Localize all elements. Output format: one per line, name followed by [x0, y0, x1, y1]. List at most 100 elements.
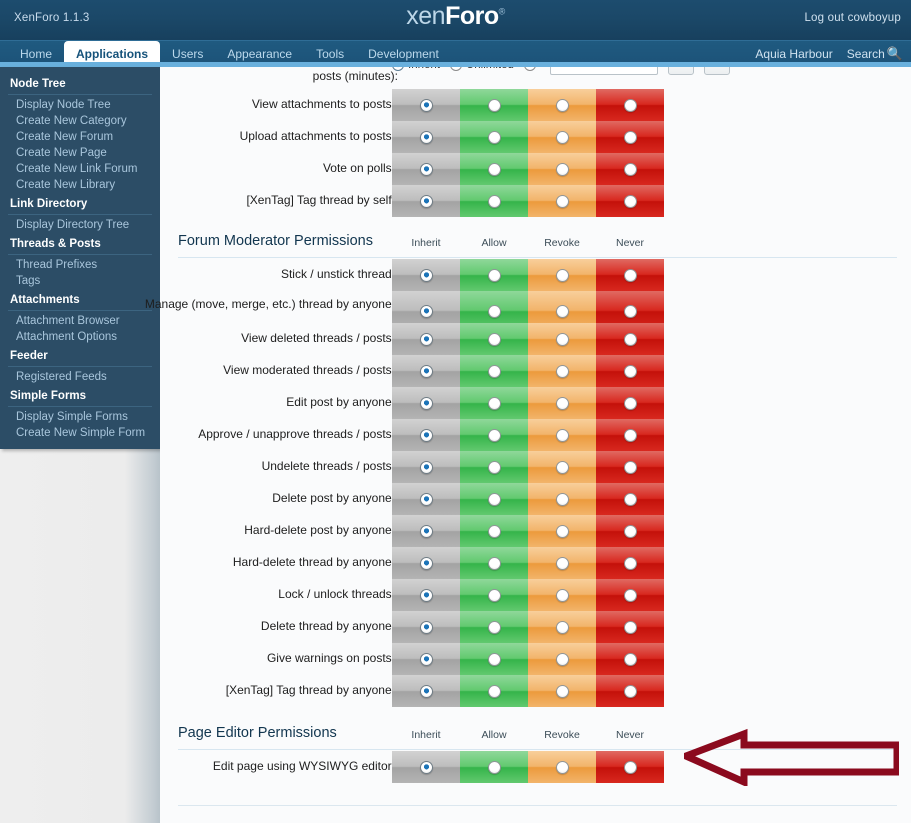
permission-radio-revoke[interactable] — [555, 684, 569, 698]
permission-radio-allow[interactable] — [487, 194, 501, 208]
permission-cell-inherit[interactable] — [392, 579, 460, 611]
cut-off-inherit-radio[interactable] — [392, 67, 404, 71]
permission-cell-never[interactable] — [596, 751, 664, 783]
permission-radio-revoke[interactable] — [555, 194, 569, 208]
cut-off-inherit-option[interactable]: Inherit — [392, 67, 440, 71]
permission-radio-revoke[interactable] — [555, 130, 569, 144]
permission-cell-revoke[interactable] — [528, 515, 596, 547]
permission-cell-allow[interactable] — [460, 323, 528, 355]
permission-cell-inherit[interactable] — [392, 387, 460, 419]
permission-cell-inherit[interactable] — [392, 185, 460, 217]
permission-radio-inherit[interactable] — [419, 460, 433, 474]
cut-off-stepper-down[interactable] — [703, 67, 730, 75]
permission-cell-never[interactable] — [596, 121, 664, 153]
permission-radio-never[interactable] — [623, 162, 637, 176]
permission-radio-never[interactable] — [623, 760, 637, 774]
permission-radio-inherit[interactable] — [419, 588, 433, 602]
permission-radio-never[interactable] — [623, 556, 637, 570]
permission-cell-allow[interactable] — [460, 483, 528, 515]
permission-cell-revoke[interactable] — [528, 751, 596, 783]
permission-radio-never[interactable] — [623, 364, 637, 378]
permission-radio-never[interactable] — [623, 460, 637, 474]
permission-cell-allow[interactable] — [460, 451, 528, 483]
permission-cell-revoke[interactable] — [528, 675, 596, 707]
permission-radio-never[interactable] — [623, 98, 637, 112]
permission-cell-inherit[interactable] — [392, 451, 460, 483]
permission-radio-revoke[interactable] — [555, 652, 569, 666]
permission-cell-revoke[interactable] — [528, 323, 596, 355]
permission-radio-allow[interactable] — [487, 620, 501, 634]
permission-cell-never[interactable] — [596, 547, 664, 579]
permission-cell-revoke[interactable] — [528, 185, 596, 217]
sidebar-item-create-new-page[interactable]: Create New Page — [0, 145, 160, 161]
permission-cell-revoke[interactable] — [528, 355, 596, 387]
board-name-link[interactable]: Aquia Harbour — [755, 47, 832, 61]
permission-cell-allow[interactable] — [460, 611, 528, 643]
permission-radio-inherit[interactable] — [419, 332, 433, 346]
permission-radio-revoke[interactable] — [555, 428, 569, 442]
permission-cell-revoke[interactable] — [528, 387, 596, 419]
permission-radio-never[interactable] — [623, 332, 637, 346]
permission-cell-inherit[interactable] — [392, 643, 460, 675]
permission-radio-revoke[interactable] — [555, 396, 569, 410]
permission-radio-inherit[interactable] — [419, 652, 433, 666]
permission-cell-allow[interactable] — [460, 643, 528, 675]
permission-radio-allow[interactable] — [487, 460, 501, 474]
permission-radio-allow[interactable] — [487, 98, 501, 112]
permission-cell-allow[interactable] — [460, 515, 528, 547]
permission-radio-revoke[interactable] — [555, 620, 569, 634]
permission-cell-inherit[interactable] — [392, 89, 460, 121]
permission-cell-allow[interactable] — [460, 387, 528, 419]
permission-cell-allow[interactable] — [460, 751, 528, 783]
permission-cell-revoke[interactable] — [528, 611, 596, 643]
permission-radio-allow[interactable] — [487, 268, 501, 282]
permission-cell-allow[interactable] — [460, 259, 528, 291]
permission-radio-inherit[interactable] — [419, 268, 433, 282]
cut-off-unlimited-option[interactable]: Unlimited — [449, 67, 514, 71]
permission-radio-inherit[interactable] — [419, 684, 433, 698]
permission-cell-allow[interactable] — [460, 153, 528, 185]
permission-radio-never[interactable] — [623, 652, 637, 666]
cut-off-stepper-up[interactable] — [667, 67, 694, 75]
permission-cell-allow[interactable] — [460, 419, 528, 451]
permission-radio-inherit[interactable] — [419, 428, 433, 442]
permission-cell-revoke[interactable] — [528, 451, 596, 483]
permission-cell-allow[interactable] — [460, 185, 528, 217]
permission-radio-revoke[interactable] — [555, 162, 569, 176]
permission-cell-revoke[interactable] — [528, 89, 596, 121]
permission-cell-never[interactable] — [596, 153, 664, 185]
permission-cell-allow[interactable] — [460, 89, 528, 121]
permission-cell-never[interactable] — [596, 259, 664, 291]
permission-cell-inherit[interactable] — [392, 323, 460, 355]
permission-cell-never[interactable] — [596, 675, 664, 707]
permission-cell-allow[interactable] — [460, 579, 528, 611]
permission-cell-revoke[interactable] — [528, 259, 596, 291]
permission-cell-never[interactable] — [596, 323, 664, 355]
permission-radio-inherit[interactable] — [419, 492, 433, 506]
permission-radio-revoke[interactable] — [555, 524, 569, 538]
permission-radio-allow[interactable] — [487, 556, 501, 570]
permission-cell-inherit[interactable] — [392, 675, 460, 707]
permission-cell-never[interactable] — [596, 515, 664, 547]
permission-cell-never[interactable] — [596, 451, 664, 483]
permission-cell-inherit[interactable] — [392, 483, 460, 515]
permission-radio-revoke[interactable] — [555, 492, 569, 506]
permission-radio-never[interactable] — [623, 304, 637, 318]
permission-cell-inherit[interactable] — [392, 751, 460, 783]
cut-off-unlimited-radio[interactable] — [449, 67, 462, 71]
search-control[interactable]: Search 🔍 — [847, 46, 903, 62]
permission-radio-allow[interactable] — [487, 332, 501, 346]
permission-cell-inherit[interactable] — [392, 121, 460, 153]
permission-radio-never[interactable] — [623, 492, 637, 506]
permission-radio-never[interactable] — [623, 588, 637, 602]
permission-radio-allow[interactable] — [487, 304, 501, 318]
cut-off-value-radio[interactable] — [523, 67, 536, 71]
permission-radio-allow[interactable] — [487, 760, 501, 774]
permission-radio-inherit[interactable] — [419, 556, 433, 570]
permission-cell-revoke[interactable] — [528, 547, 596, 579]
permission-radio-inherit[interactable] — [419, 760, 433, 774]
permission-cell-never[interactable] — [596, 185, 664, 217]
permission-radio-revoke[interactable] — [555, 332, 569, 346]
permission-cell-allow[interactable] — [460, 121, 528, 153]
permission-cell-inherit[interactable] — [392, 153, 460, 185]
